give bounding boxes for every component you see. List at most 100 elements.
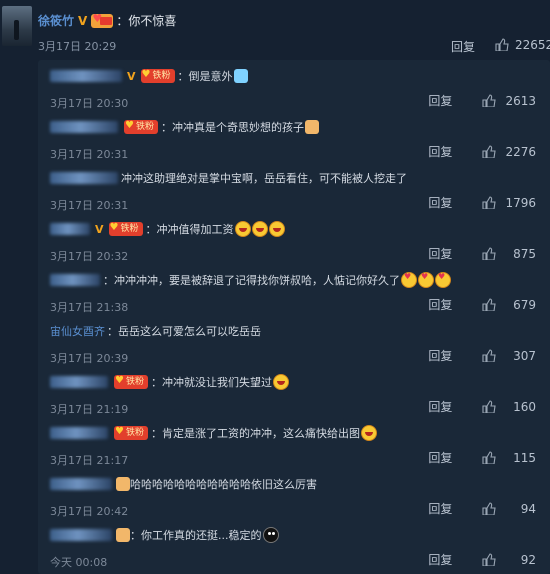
reply-item: 哈哈哈哈哈哈哈哈哈哈哈依旧这么厉害 3月17日 20:42 回复 94	[38, 470, 550, 521]
like-button[interactable]: 307	[482, 349, 536, 363]
reply-time: 3月17日 20:31	[50, 199, 129, 212]
reply-author[interactable]	[50, 529, 112, 541]
verified-icon: V	[78, 13, 88, 28]
emoji-icon	[234, 221, 251, 237]
reply-time: 3月17日 20:42	[50, 505, 129, 518]
emoji-icon	[273, 374, 289, 390]
reply-author[interactable]	[50, 376, 108, 388]
like-count: 1796	[505, 196, 536, 210]
like-count: 94	[520, 502, 536, 516]
reply-time: 今天 00:08	[50, 556, 108, 569]
reply-item: 宙仙女酉齐 ：岳岳这么可爱怎么可以吃岳岳 3月17日 20:39 回复 307	[38, 317, 550, 368]
reply-item: ♥ 铁粉 ：肯定是涨了工资的冲冲，这么痛快给出图 3月17日 21:17 回复 1…	[38, 419, 550, 470]
reply-text: ：冲冲值得加工资	[145, 223, 234, 236]
emoji-icon	[418, 272, 434, 288]
emoji-icon	[305, 120, 319, 134]
replies-panel: V ♥ 铁粉 ：倒是意外 3月17日 20:30 回复 2613 ♥ 铁粉 ：冲冲真…	[38, 60, 550, 574]
reply-text: 哈哈哈哈哈哈哈哈哈哈哈依旧这么厉害	[130, 478, 317, 491]
thumbs-up-icon	[482, 349, 496, 362]
reply-item: ：你工作真的还挺...稳定的 今天 00:08 回复 92	[38, 521, 550, 572]
thumbs-up-icon	[482, 451, 496, 464]
emoji-icon	[233, 69, 248, 83]
emoji-icon	[116, 528, 130, 542]
comment-time: 3月17日 20:29	[38, 40, 117, 53]
reply-text: ：冲冲就没让我们失望过	[151, 376, 272, 389]
like-button[interactable]: 2276	[482, 145, 536, 159]
fan-badge-icon: ♥ 铁粉	[114, 375, 148, 389]
reply-button[interactable]: 回复	[428, 145, 452, 159]
reply-time: 3月17日 20:31	[50, 148, 129, 161]
reply-time: 3月17日 20:30	[50, 97, 129, 110]
main-comment: 徐筱竹 V ♥ ：你不惊喜 3月17日 20:29 回复 22652	[38, 0, 550, 56]
thumbs-up-icon	[482, 94, 496, 107]
like-count: 2276	[505, 145, 536, 159]
reply-button[interactable]: 回复	[428, 298, 452, 312]
reply-button[interactable]: 回复	[428, 349, 452, 363]
reply-author[interactable]	[50, 223, 90, 235]
like-button[interactable]: 22652	[495, 38, 550, 52]
reply-button[interactable]: 回复	[428, 502, 452, 516]
like-button[interactable]: 2613	[482, 94, 536, 108]
thumbs-up-icon	[482, 298, 496, 311]
comment-author[interactable]: 徐筱竹	[38, 12, 74, 29]
reply-author[interactable]	[50, 427, 108, 439]
like-button[interactable]: 875	[482, 247, 536, 261]
reply-time: 3月17日 21:19	[50, 403, 129, 416]
thumbs-up-icon	[495, 38, 509, 51]
reply-author[interactable]	[50, 274, 100, 286]
like-button[interactable]: 92	[482, 553, 536, 567]
reply-author[interactable]	[50, 121, 118, 133]
like-button[interactable]: 115	[482, 451, 536, 465]
reply-item: V ♥ 铁粉 ：冲冲值得加工资 3月17日 20:32 回复 875	[38, 215, 550, 266]
like-count: 2613	[505, 94, 536, 108]
thumbs-up-icon	[482, 196, 496, 209]
emoji-icon	[268, 221, 285, 237]
reply-author[interactable]	[50, 172, 118, 184]
reply-author[interactable]	[50, 478, 112, 490]
emoji-icon	[401, 272, 417, 288]
reply-button[interactable]: 回复	[428, 196, 452, 210]
like-count: 92	[520, 553, 536, 567]
like-button[interactable]: 94	[482, 502, 536, 516]
reply-button[interactable]: 回复	[428, 400, 452, 414]
reply-text: ：肯定是涨了工资的冲冲，这么痛快给出图	[151, 427, 360, 440]
thumbs-up-icon	[482, 247, 496, 260]
like-count: 307	[513, 349, 536, 363]
emoji-icon	[116, 477, 130, 491]
fan-badge-icon: ♥ 铁粉	[124, 120, 158, 134]
verified-icon: V	[127, 69, 136, 83]
reply-button[interactable]: 回复	[428, 451, 452, 465]
reply-item: ♥ 铁粉 ：冲冲真是个奇思妙想的孩子 3月17日 20:31 回复 2276	[38, 113, 550, 164]
reply-button[interactable]: 回复	[428, 94, 452, 108]
emoji-icon	[251, 221, 268, 237]
comment-text: ：你不惊喜	[116, 14, 177, 28]
verified-icon: V	[95, 222, 104, 236]
reply-button[interactable]: 回复	[428, 553, 452, 567]
reply-item: V ♥ 铁粉 ：倒是意外 3月17日 20:30 回复 2613	[38, 62, 550, 113]
reply-text: 冲冲这助理绝对是掌中宝啊，岳岳看住，可不能被人挖走了	[121, 172, 407, 185]
like-button[interactable]: 1796	[482, 196, 536, 210]
fan-badge-icon: ♥ 铁粉	[114, 426, 148, 440]
like-button[interactable]: 679	[482, 298, 536, 312]
like-count: 875	[513, 247, 536, 261]
reply-text: ：冲冲真是个奇思妙想的孩子	[161, 121, 304, 134]
emoji-icon	[435, 272, 451, 288]
reply-time: 3月17日 20:32	[50, 250, 129, 263]
reply-text: ：你工作真的还挺...稳定的	[130, 529, 262, 542]
reply-text: ：倒是意外	[177, 70, 233, 83]
reply-author[interactable]	[50, 70, 122, 82]
like-button[interactable]: 160	[482, 400, 536, 414]
emoji-icon	[361, 425, 377, 441]
emoji-icon	[262, 527, 279, 543]
reply-button[interactable]: 回复	[428, 247, 452, 261]
reply-time: 3月17日 21:17	[50, 454, 129, 467]
like-count: 22652	[515, 38, 550, 52]
thumbs-up-icon	[482, 400, 496, 413]
user-avatar[interactable]	[2, 6, 32, 46]
reply-item: ♥ 铁粉 ：冲冲就没让我们失望过 3月17日 21:19 回复 160	[38, 368, 550, 419]
reply-button[interactable]: 回复	[451, 40, 475, 54]
reply-author[interactable]: 宙仙女酉齐	[50, 323, 105, 339]
fan-badge-icon: ♥ 铁粉	[140, 69, 175, 83]
reply-text: ：冲冲冲冲，要是被辞退了记得找你饼叔哈，人惦记你好久了	[103, 274, 400, 287]
reply-time: 3月17日 20:39	[50, 352, 129, 365]
